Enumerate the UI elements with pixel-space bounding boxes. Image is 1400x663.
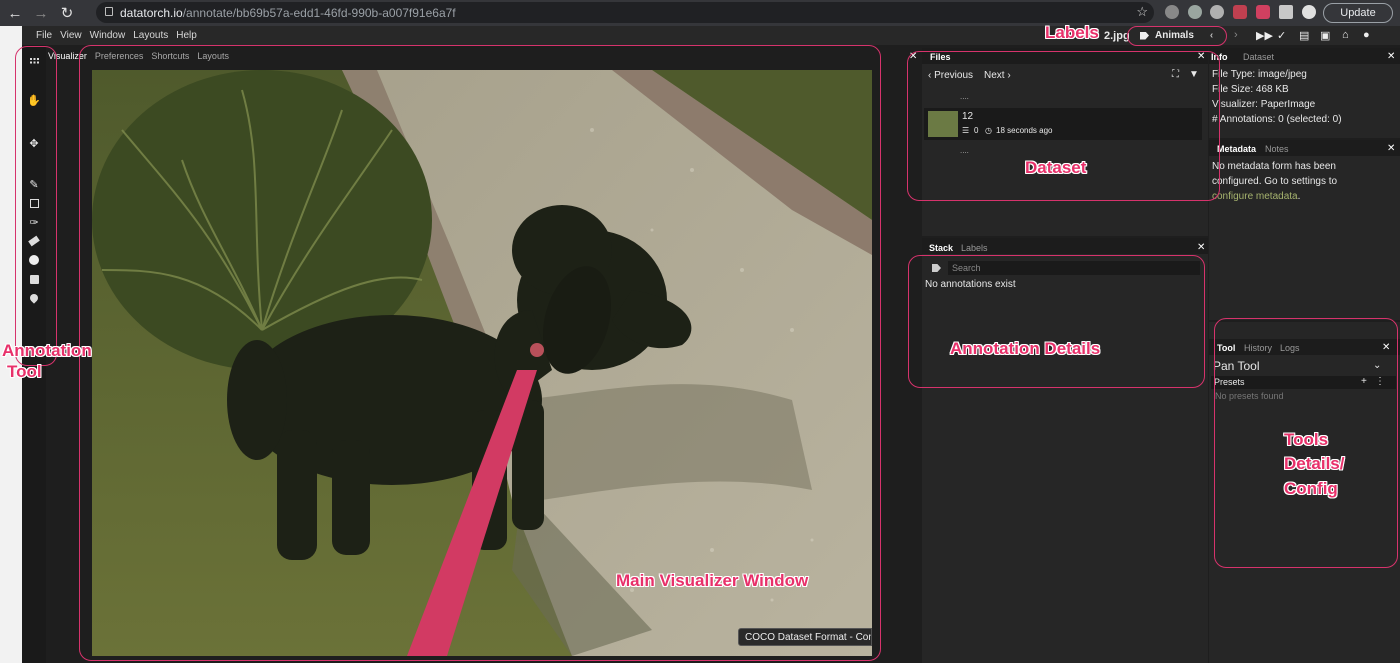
- home-icon[interactable]: ⌂: [1342, 29, 1349, 41]
- lock-icon: [105, 7, 113, 16]
- menu-window[interactable]: Window: [90, 30, 126, 41]
- annotation-tool-highlight: [15, 46, 57, 366]
- chevron-right-icon[interactable]: ›: [1234, 29, 1238, 41]
- url-path: /annotate/bb69b57a-edd1-46fd-990b-a007f9…: [182, 5, 456, 20]
- info-panel: Info Dataset ✕ File Type: image/jpeg Fil…: [1209, 48, 1400, 138]
- annotation-tool-callout-1: Annotation: [2, 341, 92, 360]
- main-visualizer-callout: Main Visualizer Window: [616, 571, 809, 590]
- tools-callout-1: Tools: [1284, 430, 1329, 449]
- tab-metadata[interactable]: Metadata: [1217, 144, 1256, 154]
- file-size: File Size: 468 KB: [1212, 84, 1289, 95]
- visualizer-type: Visualizer: PaperImage: [1212, 99, 1316, 110]
- tools-callout-3: Config: [1284, 479, 1338, 498]
- camera-extension-icon[interactable]: [1165, 5, 1179, 19]
- metadata-line-2: configured. Go to settings to: [1212, 176, 1338, 187]
- tab-dataset[interactable]: Dataset: [1243, 52, 1274, 62]
- file-name-label: 2.jpg: [1104, 30, 1130, 42]
- puzzle-icon[interactable]: [1279, 5, 1293, 19]
- profile-avatar[interactable]: [1302, 5, 1316, 19]
- extension-icon[interactable]: [1210, 5, 1224, 19]
- info-tabbar: [1209, 48, 1400, 64]
- cat-extension-icon[interactable]: [1256, 5, 1270, 19]
- tab-notes[interactable]: Notes: [1265, 144, 1289, 154]
- star-icon[interactable]: ☆: [1136, 4, 1148, 20]
- vr-icon[interactable]: ▣: [1320, 29, 1330, 42]
- browser-toolbar: ← → ↻ datatorch.io/annotate/bb69b57a-edd…: [0, 0, 1400, 26]
- back-icon[interactable]: ←: [4, 2, 26, 24]
- annotation-tool-callout-2: Tool: [7, 362, 42, 381]
- check-icon[interactable]: ✓: [1277, 29, 1286, 42]
- fast-forward-icon[interactable]: ▶▶: [1256, 29, 1273, 42]
- main-visualizer-highlight: [79, 45, 881, 661]
- user-icon[interactable]: ●: [1363, 29, 1370, 41]
- menu-layouts[interactable]: Layouts: [133, 30, 168, 41]
- metadata-link-line: configure metadata.: [1212, 191, 1300, 202]
- metadata-panel: Metadata Notes ✕ No metadata form has be…: [1209, 140, 1400, 320]
- annotation-details-highlight: [908, 255, 1205, 388]
- configure-metadata-link[interactable]: configure metadata: [1212, 191, 1298, 202]
- url-host: datatorch.io: [120, 5, 183, 20]
- tab-labels[interactable]: Labels: [961, 243, 988, 253]
- dataset-callout: Dataset: [1025, 158, 1087, 177]
- forward-icon[interactable]: →: [30, 2, 52, 24]
- tools-callout-2: Details/: [1284, 454, 1345, 473]
- metadata-link-suffix: .: [1297, 191, 1301, 202]
- menu-help[interactable]: Help: [176, 30, 197, 41]
- dataset-highlight: [907, 51, 1220, 201]
- grammar-extension-icon[interactable]: [1188, 5, 1202, 19]
- labels-highlight: [1127, 26, 1227, 46]
- close-info-icon[interactable]: ✕: [1387, 51, 1395, 62]
- annotation-summary: # Annotations: 0 (selected: 0): [1212, 114, 1342, 125]
- address-bar[interactable]: datatorch.io/annotate/bb69b57a-edd1-46fd…: [96, 2, 1154, 23]
- menu-file[interactable]: File: [36, 30, 52, 41]
- menu-view[interactable]: View: [60, 30, 82, 41]
- close-metadata-icon[interactable]: ✕: [1387, 143, 1395, 154]
- annotation-details-callout: Annotation Details: [950, 339, 1101, 358]
- labels-callout: Labels: [1045, 23, 1099, 42]
- tag-extension-icon[interactable]: [1233, 5, 1247, 19]
- close-stack-icon[interactable]: ✕: [1197, 242, 1205, 253]
- tab-stack[interactable]: Stack: [929, 243, 953, 253]
- database-icon[interactable]: ▤: [1299, 29, 1309, 42]
- update-button[interactable]: Update: [1323, 3, 1393, 23]
- metadata-line-1: No metadata form has been: [1212, 161, 1336, 172]
- file-type: File Type: image/jpeg: [1212, 69, 1307, 80]
- reload-icon[interactable]: ↻: [56, 2, 78, 24]
